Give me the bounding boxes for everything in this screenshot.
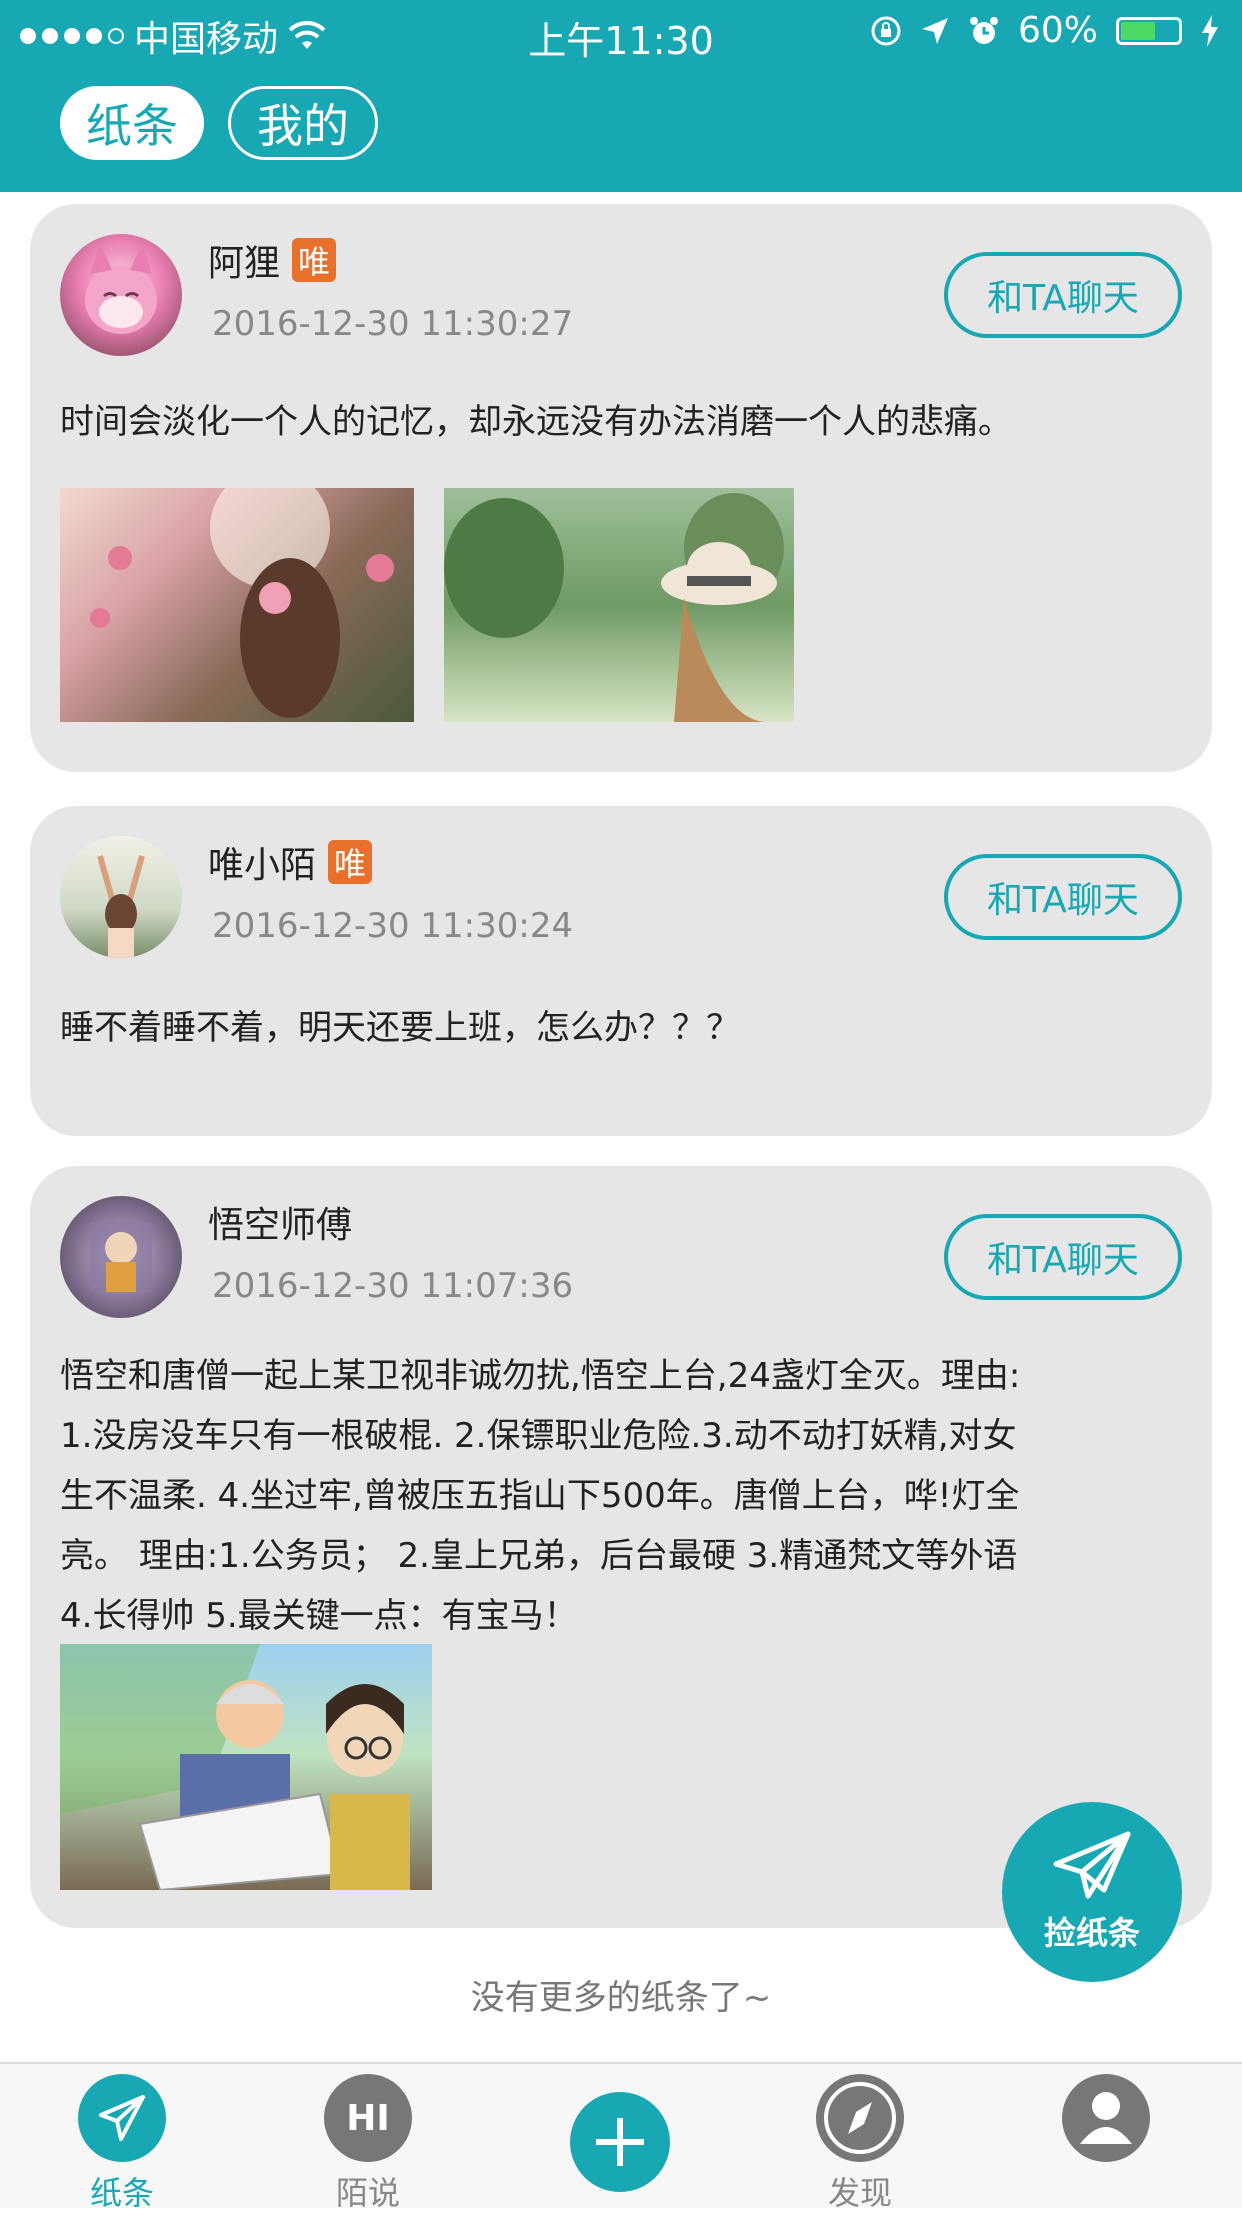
charging-icon [1202,14,1218,47]
pick-note-button[interactable]: 捡纸条 [1002,1802,1182,1982]
user-name-row: 悟空师傅 [208,1196,352,1248]
nav-item-add[interactable] [540,2074,700,2192]
top-tabs: 纸条 我的 [60,86,378,160]
nav-item-discover[interactable]: 发现 [780,2074,940,2214]
no-more-notice: 没有更多的纸条了~ [470,1978,772,2018]
avatar[interactable] [60,1196,182,1318]
paper-plane-icon [78,2074,166,2162]
tab-mine[interactable]: 我的 [228,86,378,160]
hi-icon-text: HI [346,2097,390,2139]
chat-button[interactable]: 和TA聊天 [944,252,1182,338]
user-name[interactable]: 悟空师傅 [208,1196,352,1248]
post-card[interactable]: 悟空师傅 2016-12-30 11:07:36 和TA聊天 悟空和唐僧一起上某… [30,1166,1212,1928]
tab-notes[interactable]: 纸条 [60,86,204,160]
user-icon [1062,2074,1150,2162]
post-photo[interactable] [60,1644,432,1892]
post-text: 睡不着睡不着，明天还要上班，怎么办？？？ [60,1008,740,1048]
chat-button[interactable]: 和TA聊天 [944,1214,1182,1300]
monk-avatar-art [90,1222,152,1292]
user-name[interactable]: 阿狸 [208,234,280,286]
status-bar: 中国移动 上午11:30 60% [0,0,1242,63]
user-name-row: 阿狸 唯 [208,234,337,286]
plus-icon [570,2092,670,2192]
post-photo[interactable] [60,468,414,722]
avatar[interactable] [60,234,182,356]
feed[interactable]: 阿狸 唯 2016-12-30 11:30:27 和TA聊天 时间会淡化一个人的… [0,192,1242,2062]
vip-badge: 唯 [292,238,337,282]
post-text-line: 悟空和唐僧一起上某卫视非诚勿扰,悟空上台,24盏灯全灭。理由: [60,1356,1021,1396]
post-timestamp: 2016-12-30 11:30:27 [212,304,574,344]
user-name[interactable]: 唯小陌 [208,836,316,888]
photo-art [444,493,784,722]
alarm-icon [969,16,998,44]
fox-avatar-art [85,244,157,334]
post-card[interactable]: 阿狸 唯 2016-12-30 11:30:27 和TA聊天 时间会淡化一个人的… [30,204,1212,772]
post-text: 悟空和唐僧一起上某卫视非诚勿扰,悟空上台,24盏灯全灭。理由: 1.没房没车只有… [60,1346,1020,1646]
post-text-line: 4.长得帅 5.最关键一点：有宝马！ [60,1596,578,1636]
chat-button[interactable]: 和TA聊天 [944,854,1182,940]
cartoon-photo-art [60,1644,410,1892]
user-name-row: 唯小陌 唯 [208,836,373,888]
compass-icon [816,2074,904,2162]
post-text-line: 1.没房没车只有一根破棍. 2.保镖职业危险.3.动不动打妖精,对女 [60,1416,1017,1456]
post-text: 时间会淡化一个人的记忆，却永远没有办法消磨一个人的悲痛。 [60,402,1012,442]
nav-label: 发现 [827,2174,892,2212]
location-arrow-icon [921,17,948,44]
hi-bubble-icon: HI [324,2074,412,2162]
nav-item-stranger-talk[interactable]: HI 陌说 [288,2074,448,2214]
nav-label: 纸条 [89,2174,154,2212]
status-right: 60% [870,10,1220,51]
post-text-line: 生不温柔. 4.坐过牢,曾被压五指山下500年。唐僧上台，哗!灯全 [60,1476,1020,1516]
rotation-lock-icon [871,16,901,45]
post-photo[interactable] [444,488,794,722]
nav-item-profile[interactable] [1026,2074,1186,2162]
post-card[interactable]: 唯小陌 唯 2016-12-30 11:30:24 和TA聊天 睡不着睡不着，明… [30,806,1212,1136]
battery-percent: 60% [1017,10,1098,51]
girl-avatar-art [97,855,145,958]
paper-plane-icon [1053,1831,1131,1899]
nav-item-notes[interactable]: 纸条 [42,2074,202,2214]
post-timestamp: 2016-12-30 11:30:24 [212,906,574,946]
battery-icon [1116,16,1182,45]
header: 中国移动 上午11:30 60% 纸条 我的 [0,0,1242,192]
post-text-line: 亮。 理由:1.公务员； 2.皇上兄弟，后台最硬 3.精通梵文等外语 [60,1536,1018,1576]
avatar[interactable] [60,836,182,958]
nav-label: 陌说 [335,2174,400,2212]
photo-art [90,468,394,718]
vip-badge: 唯 [328,840,373,884]
post-timestamp: 2016-12-30 11:07:36 [212,1266,574,1306]
bottom-nav: 纸条 HI 陌说 发现 [0,2062,1242,2212]
fab-label: 捡纸条 [1043,1914,1140,1952]
